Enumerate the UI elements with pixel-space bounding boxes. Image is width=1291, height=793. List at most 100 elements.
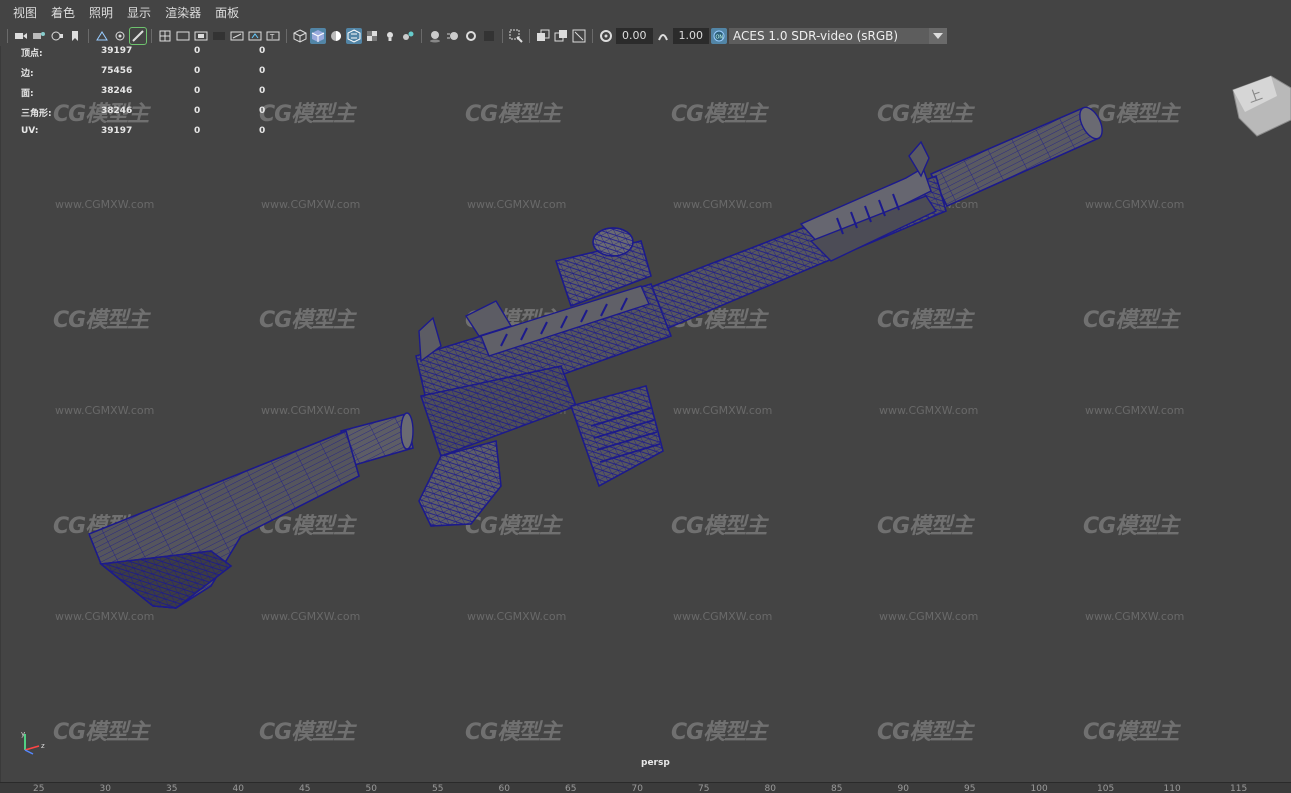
hud-value: 38246	[101, 86, 133, 96]
exposure-icon[interactable]	[598, 28, 614, 44]
gate-mask-icon[interactable]	[157, 28, 173, 44]
gamma-icon[interactable]	[655, 28, 671, 44]
rifle-model[interactable]	[1, 46, 1291, 782]
gamma-field[interactable]: 1.00	[672, 28, 709, 44]
timeline-tick-label: 110	[1163, 784, 1181, 793]
hud-value: 0	[259, 46, 266, 56]
color-space-value: ACES 1.0 SDR-video (sRGB)	[733, 29, 899, 43]
menu-renderer[interactable]: 渲染器	[158, 0, 208, 26]
svg-text:ON: ON	[716, 35, 724, 41]
svg-text:y: y	[21, 730, 25, 738]
toolbar-separator	[7, 29, 8, 43]
timeline-tick-label: 75	[698, 784, 710, 793]
image-plane-icon[interactable]	[67, 28, 83, 44]
pistol-grip	[418, 440, 502, 527]
xray-active-icon[interactable]	[553, 28, 569, 44]
hud-label: 面:	[21, 89, 34, 99]
isolate-select-icon[interactable]	[508, 28, 524, 44]
screen-space-ao-icon[interactable]	[427, 28, 443, 44]
hud-label: UV:	[21, 126, 39, 136]
timeline-tick-label: 100	[1030, 784, 1048, 793]
hud-row-vertices: 顶点: 39197 0 0	[21, 46, 281, 66]
xray-joints-icon[interactable]	[535, 28, 551, 44]
toolbar-separator	[421, 29, 422, 43]
multisample-aa-icon[interactable]	[463, 28, 479, 44]
timeline-tick-label: 35	[166, 784, 178, 793]
bookmark-icon[interactable]	[49, 28, 65, 44]
menu-panels[interactable]: 面板	[208, 0, 246, 26]
hud-value: 0	[259, 126, 266, 136]
xray-icon[interactable]	[229, 28, 245, 44]
hud-value: 75456	[101, 66, 133, 76]
chevron-down-icon	[929, 28, 947, 44]
exposure-field[interactable]: 0.00	[616, 28, 653, 44]
timeline-tick-label: 85	[831, 784, 843, 793]
color-management-icon[interactable]: ON	[711, 28, 727, 44]
timeline-tick-label: 80	[764, 784, 776, 793]
handguard	[640, 140, 947, 332]
menu-shading[interactable]: 着色	[44, 0, 82, 26]
hud-value: 0	[259, 106, 266, 116]
film-gate-icon[interactable]	[112, 28, 128, 44]
menu-lighting[interactable]: 照明	[82, 0, 120, 26]
hud-row-edges: 边: 75456 0 0	[21, 66, 281, 86]
field-chart-icon[interactable]	[175, 28, 191, 44]
shadows-icon[interactable]	[400, 28, 416, 44]
default-material-icon[interactable]	[247, 28, 263, 44]
menu-view[interactable]: 视图	[6, 0, 44, 26]
hud-icon[interactable]: T	[265, 28, 281, 44]
timeline-tick-label: 25	[33, 784, 45, 793]
hud-value: 0	[259, 66, 266, 76]
depth-of-field-icon[interactable]	[481, 28, 497, 44]
svg-text:T: T	[269, 33, 275, 41]
resolution-gate-icon[interactable]	[129, 27, 147, 45]
3d-viewport[interactable]: CG模型主 www.CGMXW.com CG模型主 www.CGMXW.com CG模型…	[0, 46, 1291, 782]
grid-icon[interactable]	[94, 28, 110, 44]
use-lights-icon[interactable]	[382, 28, 398, 44]
hud-label: 三角形:	[21, 109, 52, 119]
shaded-icon[interactable]	[328, 28, 344, 44]
timeline-tick-label: 105	[1097, 784, 1115, 793]
safe-action-icon[interactable]	[193, 28, 209, 44]
menu-show[interactable]: 显示	[120, 0, 158, 26]
wireframe-icon[interactable]	[292, 28, 308, 44]
color-space-dropdown[interactable]: ACES 1.0 SDR-video (sRGB)	[729, 28, 947, 44]
toolbar-separator	[529, 29, 530, 43]
panel-toolbar: T 0.00 1.00 ON ACES 1.0 SDR-video (sRGB)	[0, 26, 1291, 46]
smooth-shade-icon[interactable]	[310, 28, 326, 44]
camera-label: persp	[641, 758, 670, 768]
timeline-tick-label: 45	[299, 784, 311, 793]
hud-row-triangles: 三角形: 38246 0 0	[21, 106, 281, 126]
timeline-tick-label: 60	[498, 784, 510, 793]
timeline-tick-label: 65	[565, 784, 577, 793]
timeline-tick-label: 90	[897, 784, 909, 793]
toolbar-separator	[88, 29, 89, 43]
wireframe-on-shaded-icon[interactable]	[346, 28, 362, 44]
suppressor	[930, 106, 1103, 207]
hud-row-faces: 面: 38246 0 0	[21, 86, 281, 106]
camera-attributes-icon[interactable]	[31, 28, 47, 44]
timeline-tick-label: 50	[365, 784, 377, 793]
stock	[88, 430, 360, 609]
hud-value: 38246	[101, 106, 133, 116]
camera-icon[interactable]	[13, 28, 29, 44]
view-cube[interactable]: 上	[1231, 72, 1291, 138]
timeline-tick-label: 40	[232, 784, 244, 793]
motion-blur-icon[interactable]	[445, 28, 461, 44]
timeline-tick-label: 55	[432, 784, 444, 793]
toolbar-separator	[592, 29, 593, 43]
axis-indicator: z y	[17, 730, 51, 756]
hud-value: 0	[194, 66, 201, 76]
svg-text:z: z	[41, 742, 45, 750]
hud-value: 0	[194, 106, 201, 116]
toolbar-separator	[151, 29, 152, 43]
timeline-tick-label: 30	[99, 784, 111, 793]
magazine	[570, 385, 664, 488]
hud-row-uvs: UV: 39197 0 0	[21, 126, 281, 146]
menu-bar: 视图 着色 照明 显示 渲染器 面板	[0, 0, 1291, 26]
frame-all-icon[interactable]	[571, 28, 587, 44]
time-slider-ruler[interactable]: 25 30 35 40 45 50 55 60 65 70 75 80 85 90 95 100 105 110 1…	[0, 782, 1291, 793]
textured-icon[interactable]	[364, 28, 380, 44]
safe-title-icon[interactable]	[211, 28, 227, 44]
hud-value: 39197	[101, 126, 133, 136]
